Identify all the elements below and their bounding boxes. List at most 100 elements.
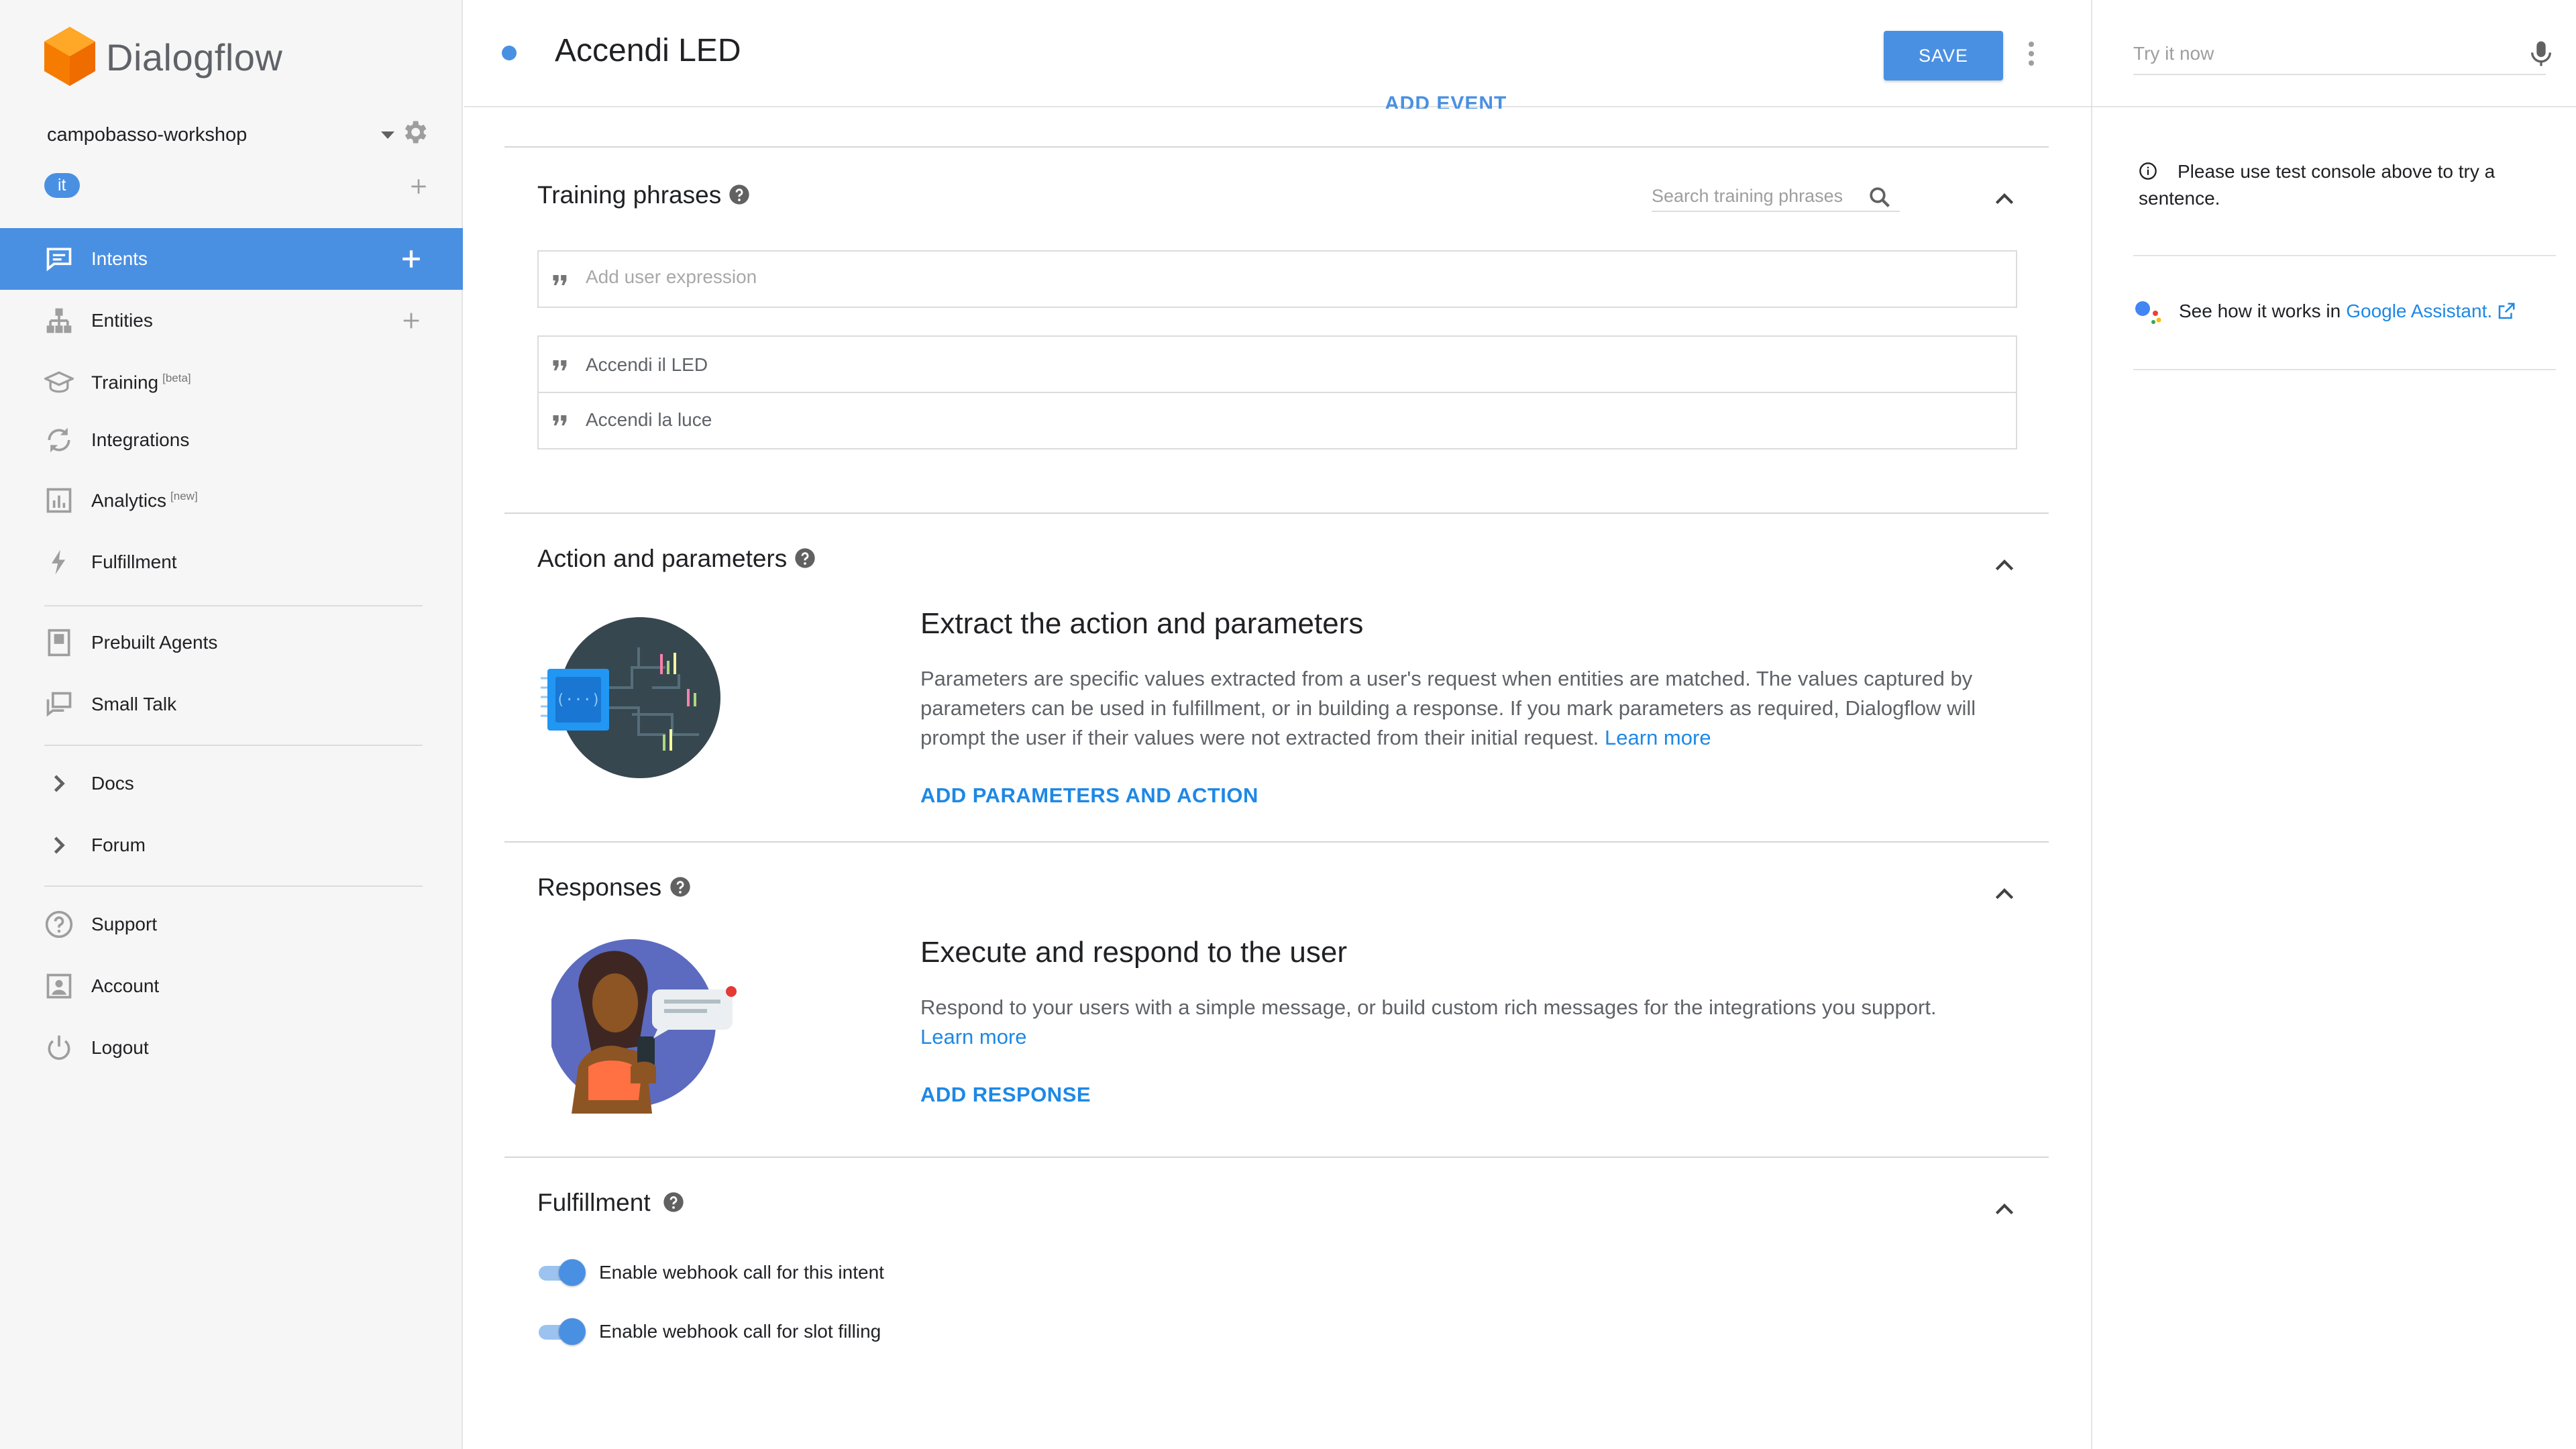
- add-intent-icon[interactable]: [400, 248, 423, 270]
- sidebar-item-intents[interactable]: Intents: [0, 228, 463, 290]
- google-assistant-prefix: See how it works in: [2179, 301, 2341, 321]
- save-button[interactable]: SAVE: [1884, 31, 2003, 80]
- sidebar-item-forum[interactable]: Forum: [0, 814, 463, 876]
- account-box-icon: [46, 973, 72, 999]
- google-assistant-link[interactable]: Google Assistant.: [2346, 301, 2492, 322]
- learn-more-link[interactable]: Learn more: [1605, 726, 1711, 749]
- bar-chart-icon: [46, 488, 72, 513]
- sidebar-divider: [44, 885, 423, 887]
- sidebar-item-training[interactable]: Training [beta]: [0, 352, 463, 413]
- training-phrases-search[interactable]: [1652, 182, 1900, 212]
- help-icon[interactable]: [794, 547, 816, 569]
- sidebar-item-small-talk[interactable]: Small Talk: [0, 674, 463, 735]
- sidebar-item-account[interactable]: Account: [0, 955, 463, 1017]
- webhook-slot-filling-toggle[interactable]: [537, 1318, 586, 1345]
- sidebar-item-prebuilt-agents[interactable]: Prebuilt Agents: [0, 612, 463, 674]
- section-divider: [504, 1157, 2049, 1158]
- learn-more-link[interactable]: Learn more: [920, 1025, 1027, 1049]
- action-parameters-title: Action and parameters: [537, 545, 788, 572]
- chevron-up-icon[interactable]: [1991, 1195, 2018, 1222]
- search-icon[interactable]: [1868, 185, 1892, 209]
- quote-icon: [553, 360, 567, 371]
- brand-name: Dialogflow: [106, 36, 283, 78]
- section-divider: [504, 513, 2049, 514]
- responses-description: Respond to your users with a simple mess…: [920, 996, 1937, 1049]
- caret-down-icon[interactable]: [381, 131, 394, 139]
- sidebar-divider: [44, 605, 423, 606]
- chevron-right-icon: [54, 775, 65, 792]
- training-phrase-text[interactable]: Accendi la luce: [586, 409, 712, 431]
- more-vert-icon[interactable]: [2025, 40, 2038, 67]
- microphone-icon[interactable]: [2528, 39, 2555, 68]
- training-phrase-row[interactable]: Accendi il LED: [537, 335, 2017, 393]
- sync-icon: [48, 427, 70, 453]
- search-training-phrases-input[interactable]: [1652, 182, 1853, 209]
- new-tag: [new]: [170, 489, 198, 502]
- sidebar-item-label: Integrations: [91, 429, 190, 450]
- sidebar-item-label: Fulfillment: [91, 551, 177, 572]
- chevron-up-icon[interactable]: [1991, 551, 2018, 578]
- lightning-icon: [52, 549, 66, 575]
- brand[interactable]: Dialogflow: [44, 27, 282, 87]
- language-chip[interactable]: it: [44, 173, 80, 198]
- try-it-now-field[interactable]: [2133, 34, 2551, 75]
- section-divider: [504, 841, 2049, 843]
- power-icon: [48, 1035, 70, 1060]
- webhook-intent-toggle-row[interactable]: Enable webhook call for this intent: [537, 1256, 884, 1289]
- intent-title[interactable]: Accendi LED: [555, 32, 741, 69]
- sidebar-item-support[interactable]: Support: [0, 894, 463, 955]
- webhook-slot-filling-toggle-row[interactable]: Enable webhook call for slot filling: [537, 1315, 881, 1348]
- webhook-intent-toggle[interactable]: [537, 1259, 586, 1286]
- sidebar-item-logout[interactable]: Logout: [0, 1017, 463, 1079]
- quote-icon: [553, 415, 567, 426]
- sidebar-item-label: Entities: [91, 310, 153, 331]
- info-icon: [2139, 162, 2157, 180]
- add-user-expression-field[interactable]: [537, 250, 2017, 308]
- action-parameters-description: Parameters are specific values extracted…: [920, 667, 1976, 749]
- agent-selector[interactable]: campobasso-workshop: [47, 121, 429, 146]
- try-it-now-input[interactable]: [2133, 40, 2455, 67]
- graduation-cap-icon: [44, 371, 74, 393]
- add-language-icon[interactable]: [408, 176, 429, 197]
- sidebar-item-label: Training [beta]: [91, 371, 191, 393]
- help-icon[interactable]: [669, 876, 691, 898]
- google-assistant-icon: [2135, 301, 2161, 324]
- intent-header: Accendi LED SAVE ADD EVENT: [464, 0, 2091, 109]
- sidebar-item-fulfillment[interactable]: Fulfillment: [0, 531, 463, 593]
- gear-icon[interactable]: [400, 117, 429, 147]
- add-parameters-and-action-link[interactable]: ADD PARAMETERS AND ACTION: [920, 784, 1258, 808]
- help-circle-icon: [45, 910, 73, 938]
- training-phrase-text[interactable]: Accendi il LED: [586, 354, 708, 376]
- info-text: Please use test console above to try a s…: [2139, 161, 2496, 209]
- add-response-link[interactable]: ADD RESPONSE: [920, 1083, 1091, 1107]
- chevron-up-icon[interactable]: [1991, 185, 2018, 212]
- test-console-panel: Please use test console above to try a s…: [2091, 0, 2576, 1449]
- add-entity-icon[interactable]: [400, 309, 423, 332]
- sidebar-item-entities[interactable]: Entities: [0, 290, 463, 352]
- external-link-icon[interactable]: [2496, 301, 2516, 321]
- toggle-knob: [559, 1259, 586, 1286]
- add-event-link[interactable]: ADD EVENT: [1385, 94, 1507, 109]
- panel-divider: [2133, 255, 2556, 256]
- beta-tag: [beta]: [162, 371, 191, 384]
- sidebar-item-label: Analytics [new]: [91, 489, 198, 511]
- dialogflow-logo-icon: [44, 27, 95, 86]
- toggle-knob: [559, 1318, 586, 1345]
- add-user-expression-input[interactable]: [586, 266, 1793, 288]
- sidebar-item-label: Logout: [91, 1037, 149, 1058]
- help-icon[interactable]: [729, 184, 750, 205]
- responses-title: Responses: [537, 873, 662, 901]
- sidebar-divider: [44, 745, 423, 746]
- sidebar-item-analytics[interactable]: Analytics [new]: [0, 470, 463, 531]
- training-phrase-row[interactable]: Accendi la luce: [537, 393, 2017, 449]
- help-icon[interactable]: [663, 1191, 684, 1213]
- sidebar-item-integrations[interactable]: Integrations: [0, 409, 463, 471]
- chat-bubble-icon: [46, 248, 72, 272]
- quote-icon: [553, 275, 567, 286]
- agent-name[interactable]: campobasso-workshop: [47, 124, 381, 146]
- chevron-right-icon: [54, 837, 65, 854]
- chevron-up-icon[interactable]: [1991, 880, 2018, 907]
- google-assistant-row: See how it works in Google Assistant.: [2133, 298, 2516, 325]
- sidebar-item-docs[interactable]: Docs: [0, 753, 463, 814]
- hierarchy-icon: [46, 308, 72, 333]
